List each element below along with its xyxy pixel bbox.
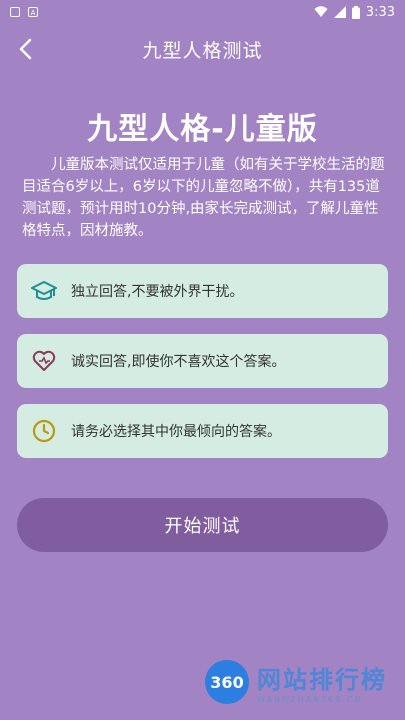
heart-icon (31, 348, 57, 374)
tip-text: 诚实回答,即使你不喜欢这个答案。 (71, 354, 286, 370)
page-title: 九型人格-儿童版 (87, 112, 318, 147)
back-button[interactable] (10, 34, 40, 64)
watermark-text: 网站排行榜 WANGZHAN360.CN (257, 660, 387, 704)
status-right: 3:33 (314, 5, 395, 20)
start-test-button[interactable]: 开始测试 (17, 498, 388, 552)
tip-card-honest: 诚实回答,即使你不喜欢这个答案。 (17, 334, 388, 388)
wifi-icon (314, 6, 328, 17)
watermark-subtitle: WANGZHAN360.CN (257, 695, 363, 704)
watermark-logo: 360 (205, 660, 249, 704)
tip-text: 独立回答,不要被外界干扰。 (71, 284, 244, 300)
status-bar: A 3:33 (0, 0, 405, 24)
app-a-icon: A (28, 7, 38, 17)
battery-icon (351, 5, 360, 19)
signal-icon (333, 6, 346, 18)
tip-card-independent: 独立回答,不要被外界干扰。 (17, 264, 388, 318)
watermark-title: 网站排行榜 (257, 666, 387, 694)
intro-text: 儿童版本测试仅适用于儿童（如有关于学校生活的题目适合6岁以上，6岁以下的儿童忽略… (22, 157, 385, 239)
tip-text: 请务必选择其中你最倾向的答案。 (71, 424, 281, 440)
chevron-left-icon (19, 38, 32, 60)
watermark: 360 网站排行榜 WANGZHAN360.CN (205, 660, 387, 704)
graduation-cap-icon (31, 278, 57, 304)
notification-icon (10, 7, 20, 17)
clock-icon (31, 418, 57, 444)
nav-title: 九型人格测试 (142, 39, 263, 62)
status-time: 3:33 (365, 4, 395, 20)
nav-bar: 九型人格测试 (0, 24, 405, 74)
status-left: A (10, 7, 38, 17)
tip-card-choose: 请务必选择其中你最倾向的答案。 (17, 404, 388, 458)
